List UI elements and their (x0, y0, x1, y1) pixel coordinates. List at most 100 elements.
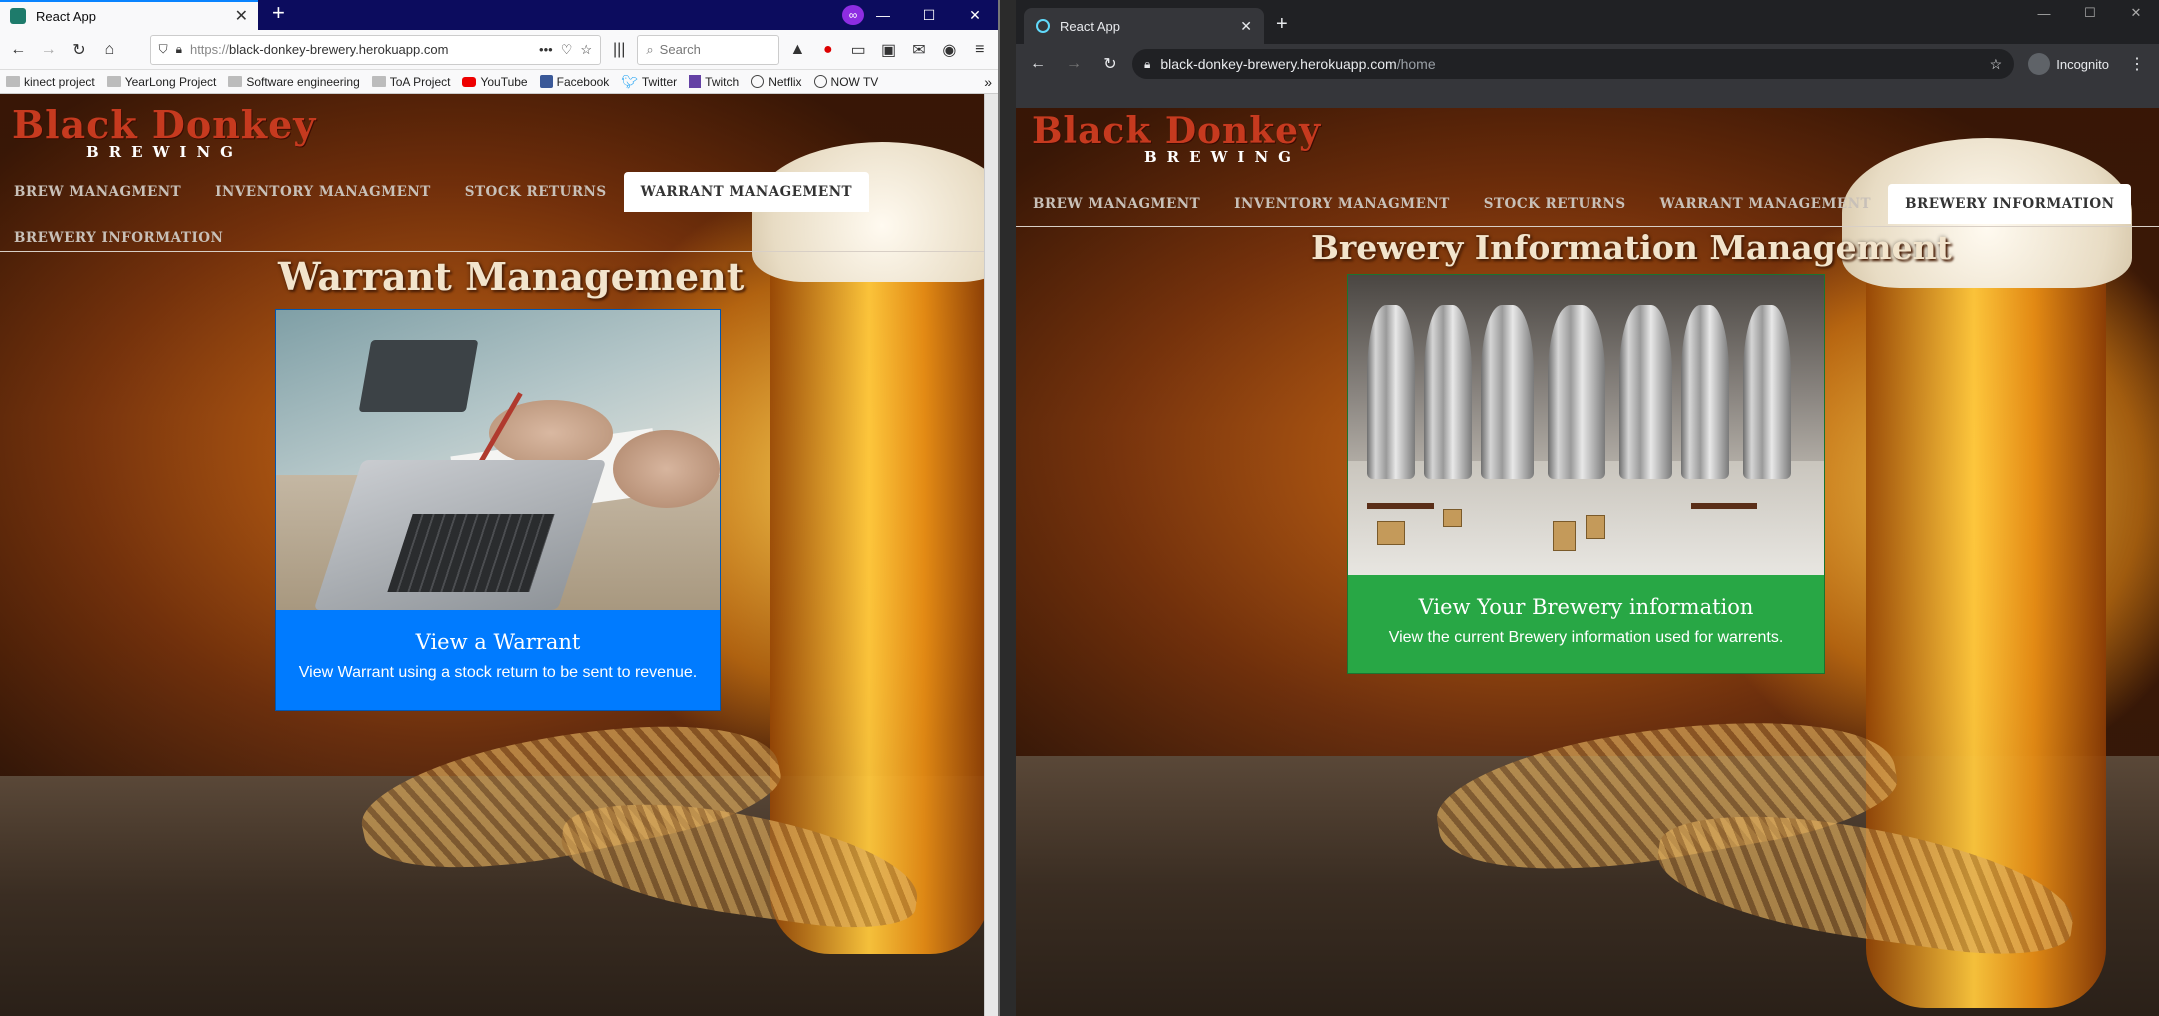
close-window-icon[interactable]: ✕ (2113, 0, 2159, 26)
profile-label: Incognito (2056, 56, 2109, 72)
bookmarks-overflow-icon[interactable]: » (984, 74, 992, 90)
nav-divider (1016, 226, 2159, 227)
card-text: View Warrant using a stock return to be … (298, 664, 698, 681)
nav-brewery-information[interactable]: BREWERY INFORMATION (1888, 184, 2132, 224)
nav-inventory-management[interactable]: INVENTORY MANAGMENT (1217, 196, 1467, 212)
menu-icon[interactable]: ⋮ (2123, 50, 2151, 78)
nav-warrant-management[interactable]: WARRANT MANAGEMENT (623, 172, 870, 212)
page-title: Warrant Management (278, 254, 745, 299)
sidebar-icon[interactable]: ▭ (846, 37, 870, 63)
tab-title: React App (36, 8, 96, 24)
forward-arrow-icon[interactable]: → (36, 37, 60, 63)
url-bar[interactable]: ⛉ 🔒︎ https://black-donkey-brewery.heroku… (149, 34, 601, 65)
home-icon[interactable]: ⌂ (97, 37, 121, 63)
bookmark-label: kinect project (24, 74, 95, 89)
account-icon[interactable]: ◉ (937, 37, 961, 63)
bookmark-label: Netflix (768, 74, 802, 89)
bookmark-twitter[interactable]: 🐦︎ Twitter (621, 74, 677, 90)
incognito-icon (2028, 53, 2051, 75)
nav-warrant-management[interactable]: WARRANT MANAGEMENT (1643, 196, 1888, 212)
firefox-toolbar: ← → ↻ ⌂ ⛉ 🔒︎ https://black-donkey-brewer… (0, 30, 998, 70)
youtube-icon (462, 76, 477, 87)
bookmark-netflix[interactable]: Netflix (751, 74, 802, 89)
nav-brew-management[interactable]: BREW MANAGMENT (1016, 196, 1217, 212)
nav-brewery-information[interactable]: BREWERY INFORMATION (0, 230, 240, 246)
reload-icon[interactable]: ↻ (1096, 50, 1124, 78)
firefox-tab[interactable]: React App ✕ (0, 0, 258, 30)
forward-arrow-icon[interactable]: → (1060, 50, 1088, 78)
nav-stock-returns[interactable]: STOCK RETURNS (448, 184, 624, 200)
library-icon[interactable]: ||| (607, 37, 631, 63)
folder-icon (228, 76, 243, 87)
site-nav: BREW MANAGMENT INVENTORY MANAGMENT STOCK… (0, 172, 880, 246)
nav-inventory-management[interactable]: INVENTORY MANAGMENT (198, 184, 448, 200)
tab-title: React App (1060, 18, 1120, 34)
page-title: Brewery Information Management (1311, 228, 1952, 267)
nav-stock-returns[interactable]: STOCK RETURNS (1467, 196, 1643, 212)
menu-icon[interactable]: ≡ (968, 37, 992, 63)
reload-icon[interactable]: ↻ (67, 37, 91, 63)
url-path: /home (1396, 56, 1436, 72)
close-window-icon[interactable]: ✕ (952, 0, 998, 30)
view-warrant-card[interactable]: View a Warrant View Warrant using a stoc… (275, 309, 721, 711)
mail-icon[interactable]: ✉ (907, 37, 931, 63)
incognito-profile[interactable]: Incognito (2022, 53, 2115, 75)
bookmark-youtube[interactable]: YouTube (462, 74, 528, 89)
bookmark-label: YearLong Project (124, 74, 217, 89)
bookmark-toa-project[interactable]: ToA Project (371, 75, 450, 89)
minimize-icon[interactable]: — (2021, 0, 2067, 26)
chrome-toolbar: ← → ↻ 🔒︎ black-donkey-brewery.herokuapp.… (1016, 44, 2159, 84)
react-favicon-icon (1036, 19, 1050, 33)
bookmark-star-icon[interactable]: ☆ (580, 42, 592, 58)
back-arrow-icon[interactable]: ← (6, 37, 30, 63)
lock-icon: 🔒︎ (1144, 56, 1151, 71)
window-controls: — ☐ ✕ (2021, 0, 2159, 26)
close-tab-icon[interactable]: ✕ (1240, 18, 1252, 35)
shield-icon[interactable]: ⛉ (159, 42, 168, 57)
maximize-icon[interactable]: ☐ (906, 0, 952, 30)
minimize-icon[interactable]: — (860, 0, 906, 30)
left-page-viewport: Black Donkey BREWING BREW MANAGMENT INVE… (0, 94, 998, 1016)
chrome-tab[interactable]: React App ✕ (1024, 8, 1264, 44)
folder-icon (106, 76, 121, 87)
bookmark-facebook[interactable]: Facebook (539, 74, 610, 89)
bookmark-software-engineering[interactable]: Software engineering (228, 75, 360, 89)
site-logo[interactable]: Black Donkey BREWING (1032, 110, 1321, 166)
pocket-icon[interactable]: ♡ (561, 42, 573, 58)
close-tab-icon[interactable]: ✕ (235, 6, 248, 26)
bookmark-label: YouTube (480, 74, 528, 89)
firefox-window: React App ✕ + ∞ — ☐ ✕ ← → ↻ ⌂ ⛉ 🔒︎ https… (0, 0, 998, 1016)
window-divider (998, 0, 1016, 1016)
bookmark-label: NOW TV (830, 74, 879, 89)
site-logo[interactable]: Black Donkey BREWING (12, 102, 316, 161)
back-arrow-icon[interactable]: ← (1024, 50, 1052, 78)
card-body: View Your Brewery information View the c… (1348, 575, 1824, 647)
lock-icon[interactable]: 🔒︎ (176, 42, 182, 57)
nav-brew-management[interactable]: BREW MANAGMENT (0, 184, 198, 200)
search-field[interactable]: ⌕ Search (637, 34, 780, 65)
page-scrollbar[interactable] (984, 94, 998, 1016)
bookmark-now-tv[interactable]: NOW TV (813, 74, 879, 89)
more-actions-icon[interactable]: ••• (539, 42, 553, 57)
brewery-info-card[interactable]: View Your Brewery information View the c… (1347, 274, 1825, 674)
globe-icon (751, 75, 765, 88)
extension-hat-icon[interactable]: ▲ (785, 37, 809, 63)
maximize-icon[interactable]: ☐ (2067, 0, 2113, 26)
url-host: black-donkey-brewery.herokuapp.com (229, 42, 449, 57)
folder-icon (6, 76, 20, 87)
extension-icon[interactable]: ▣ (876, 37, 900, 63)
chrome-tabbar: React App ✕ + — ☐ ✕ (1016, 0, 2159, 44)
folder-icon (371, 76, 386, 87)
bookmark-yearlong-project[interactable]: YearLong Project (106, 74, 217, 89)
bookmark-label: Facebook (556, 74, 610, 89)
new-tab-icon[interactable]: + (1276, 13, 1288, 36)
search-icon: ⌕ (646, 41, 654, 57)
bookmark-kinect-project[interactable]: kinect project (6, 75, 95, 89)
new-tab-icon[interactable]: + (272, 0, 285, 26)
bookmark-twitch[interactable]: Twitch (689, 75, 739, 89)
nav-divider (0, 251, 998, 252)
bookmark-star-icon[interactable]: ☆ (1990, 56, 2003, 73)
adblock-icon[interactable]: ● (816, 37, 840, 63)
url-bar[interactable]: 🔒︎ black-donkey-brewery.herokuapp.com/ho… (1132, 49, 2015, 79)
search-placeholder: Search (659, 42, 701, 57)
